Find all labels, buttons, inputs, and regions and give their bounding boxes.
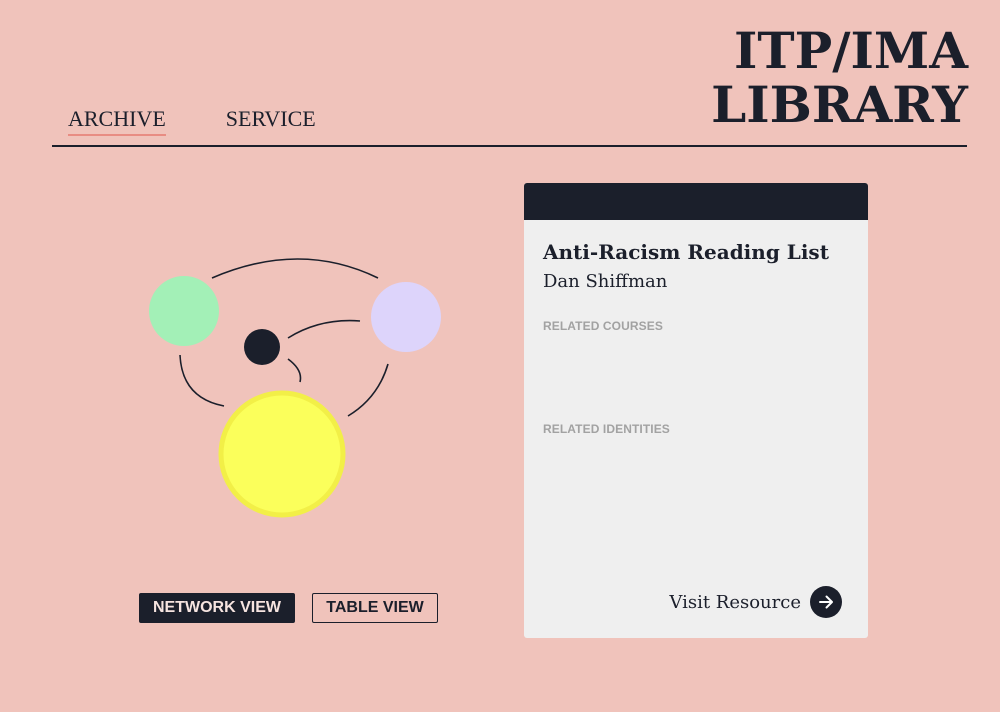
network-node-green[interactable] bbox=[149, 276, 219, 346]
nav-item-archive[interactable]: ARCHIVE bbox=[68, 106, 166, 136]
card-header-bar bbox=[524, 183, 868, 220]
network-node-yellow[interactable] bbox=[218, 390, 346, 518]
site-title-line-2: LIBRARY bbox=[711, 75, 968, 134]
site-title-line-1: ITP/IMA bbox=[734, 21, 968, 80]
related-courses-label: RELATED COURSES bbox=[543, 319, 663, 333]
network-edge bbox=[347, 363, 389, 417]
network-graph bbox=[149, 258, 441, 518]
visit-resource-label[interactable]: Visit Resource bbox=[669, 592, 801, 613]
network-view-button[interactable]: NETWORK VIEW bbox=[139, 593, 295, 623]
related-identities-label: RELATED IDENTITIES bbox=[543, 422, 670, 436]
table-view-button[interactable]: TABLE VIEW bbox=[312, 593, 438, 623]
network-edge bbox=[211, 258, 379, 279]
site-title: ITP/IMA LIBRARY bbox=[711, 24, 968, 132]
resource-author: Dan Shiffman bbox=[543, 271, 668, 292]
network-node-purple[interactable] bbox=[371, 282, 441, 352]
network-edge bbox=[179, 354, 225, 407]
resource-card: Anti-Racism Reading List Dan Shiffman RE… bbox=[524, 183, 868, 638]
visit-resource-link[interactable]: Visit Resource bbox=[669, 586, 842, 618]
network-edge bbox=[287, 358, 302, 383]
main-nav: ARCHIVE SERVICE bbox=[68, 106, 316, 136]
network-edge bbox=[287, 319, 361, 339]
header-divider bbox=[52, 145, 967, 147]
resource-title: Anti-Racism Reading List bbox=[543, 240, 829, 264]
nav-item-service[interactable]: SERVICE bbox=[226, 106, 316, 134]
network-node-dark[interactable] bbox=[244, 329, 280, 365]
arrow-right-icon[interactable] bbox=[810, 586, 842, 618]
